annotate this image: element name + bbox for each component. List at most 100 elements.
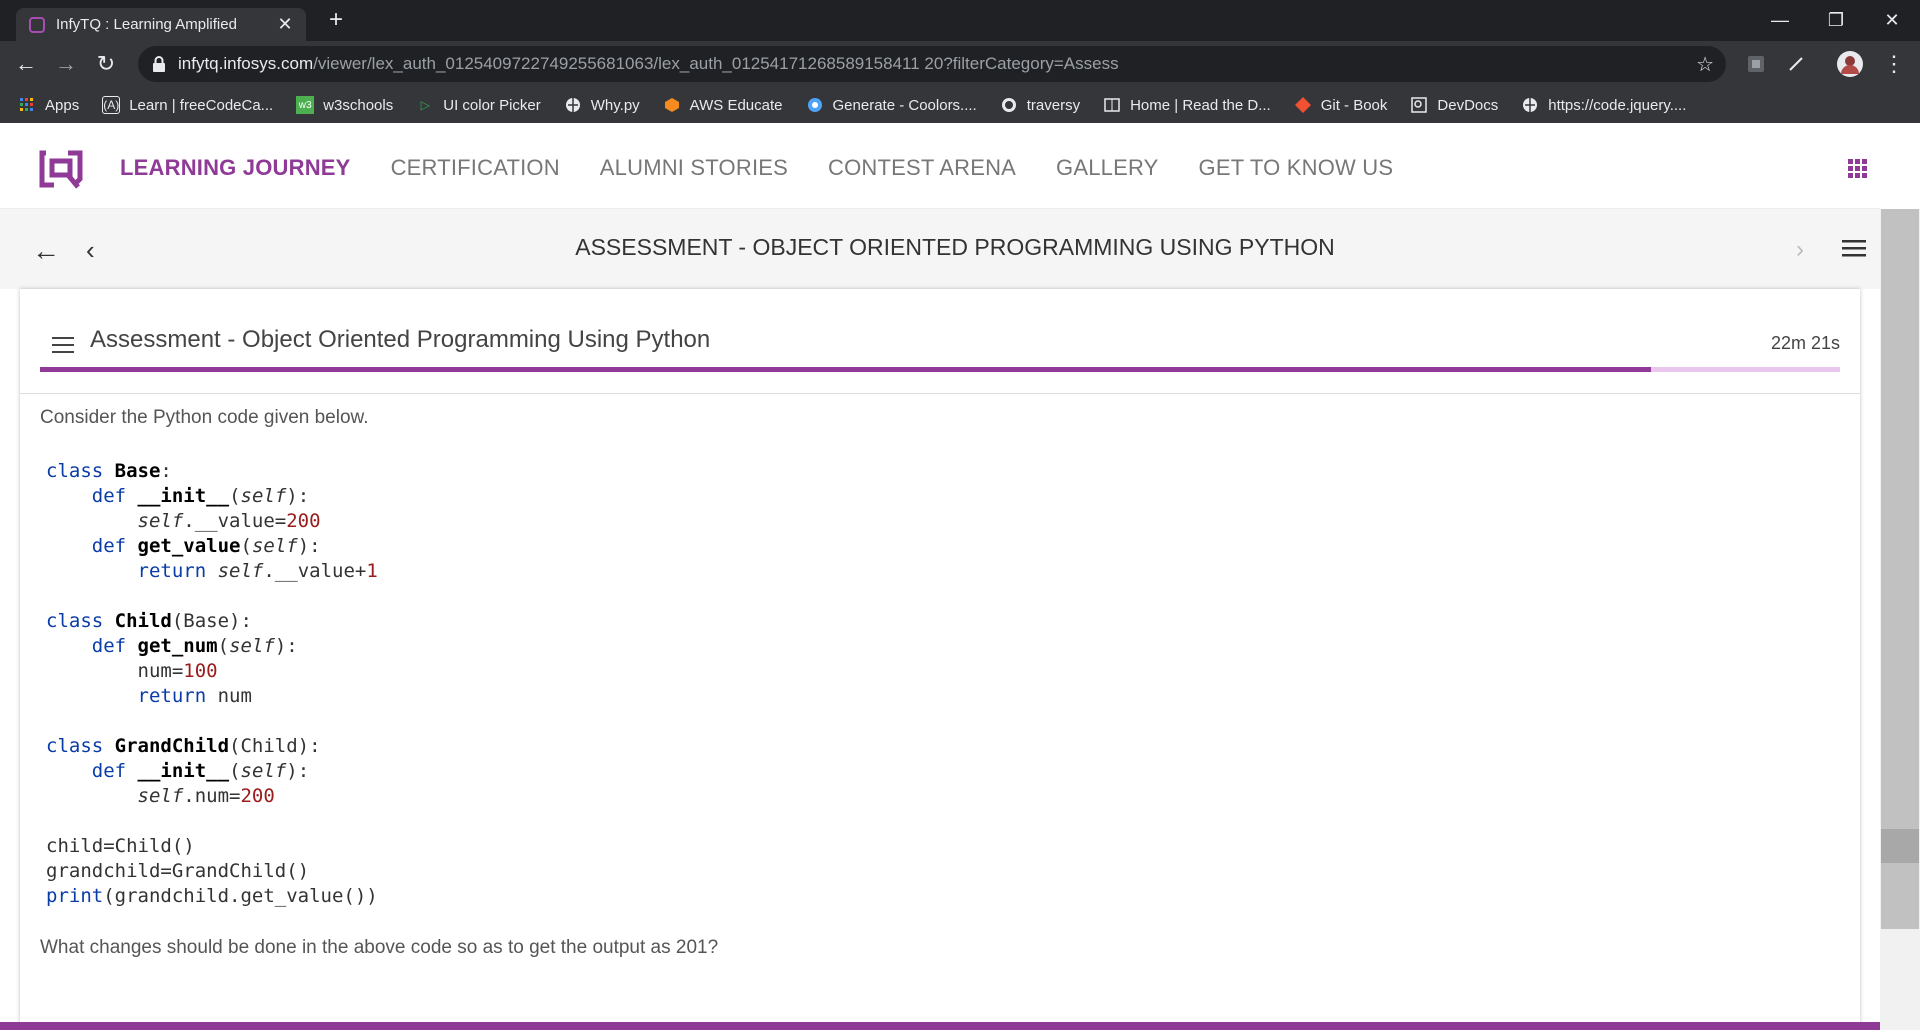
browser-toolbar: ← → ↻ infytq.infosys.com/viewer/lex_auth… (0, 41, 1920, 87)
code-line: child=Child() (46, 835, 195, 857)
bookmark-label: Git - Book (1320, 96, 1388, 114)
browser-tab[interactable]: InfyTQ : Learning Amplified ✕ (16, 8, 306, 41)
nav-contest-arena[interactable]: CONTEST ARENA (828, 155, 1016, 181)
bookmark-label: Home | Read the D... (1130, 96, 1271, 114)
code-line: def get_num(self): (91, 635, 298, 657)
bookmark-item[interactable]: Home | Read the D... (1103, 96, 1271, 114)
assessment-card: Assessment - Object Oriented Programming… (20, 289, 1860, 1030)
infytq-favicon-icon (28, 16, 46, 34)
scrollbar-thumb[interactable] (1881, 829, 1919, 863)
code-line: print(grandchild.get_value()) (46, 885, 378, 907)
bookmark-item[interactable]: (A) Learn | freeCodeCa... (102, 96, 273, 114)
w3schools-icon: w3 (296, 96, 315, 114)
bookmark-label: DevDocs (1437, 96, 1499, 114)
globe-icon (564, 96, 582, 114)
bookmark-label: Generate - Coolors.... (832, 96, 977, 114)
tab-close-icon[interactable]: ✕ (276, 14, 294, 35)
tab-title: InfyTQ : Learning Amplified (56, 16, 237, 33)
apps-grid-icon (18, 96, 36, 114)
hamburger-menu-icon[interactable] (1842, 237, 1866, 259)
globe-icon (1521, 96, 1539, 114)
bookmark-item[interactable]: Generate - Coolors.... (806, 96, 977, 114)
new-tab-icon[interactable]: + (324, 8, 348, 32)
bookmark-item[interactable]: Why.py (564, 96, 640, 114)
bookmark-item[interactable]: w3 w3schools (296, 96, 393, 114)
coolors-icon (806, 96, 824, 114)
bookmark-label: Apps (45, 96, 80, 114)
infytq-logo[interactable] (38, 145, 84, 189)
bookmark-item[interactable]: Apps (18, 96, 79, 114)
reload-icon[interactable]: ↻ (92, 50, 120, 78)
code-line: self.num=200 (137, 785, 275, 807)
scrollbar-track-fill (1881, 209, 1919, 929)
minimize-icon[interactable]: — (1750, 0, 1810, 41)
url-text: infytq.infosys.com/viewer/lex_auth_01254… (178, 54, 1119, 74)
address-bar[interactable]: infytq.infosys.com/viewer/lex_auth_01254… (138, 46, 1726, 82)
url-path: /viewer/lex_auth_012540972274925568​1063… (313, 54, 1119, 73)
code-line: class Child(Base): (46, 610, 252, 632)
bookmark-item[interactable]: Git - Book (1294, 96, 1388, 114)
bookmark-item[interactable]: https://code.jquery.... (1521, 96, 1686, 114)
back-icon[interactable]: ← (12, 50, 40, 78)
next-chevron-icon[interactable]: › (1796, 236, 1804, 264)
nav-get-to-know-us[interactable]: GET TO KNOW US (1199, 155, 1394, 181)
github-icon (1000, 96, 1018, 114)
bookmark-item[interactable]: AWS Educate (663, 96, 783, 114)
code-line: return self.__value+1 (137, 560, 378, 582)
extension-icon[interactable] (1742, 50, 1770, 78)
nav-learning-journey[interactable]: LEARNING JOURNEY (120, 155, 351, 181)
nav-alumni-stories[interactable]: ALUMNI STORIES (600, 155, 788, 181)
question-text: What changes should be done in the above… (40, 937, 719, 958)
lock-icon (153, 56, 165, 72)
assessment-timer: 22m 21s (1770, 333, 1840, 353)
forward-icon[interactable]: → (52, 50, 80, 78)
bookmark-label: w3schools (323, 96, 394, 114)
code-line: def get_value(self): (91, 535, 321, 557)
site-navbar: LEARNING JOURNEY CERTIFICATION ALUMNI ST… (0, 123, 1880, 209)
apps-grid-icon[interactable] (1848, 159, 1868, 179)
url-host: infytq.infosys.com (178, 54, 314, 73)
assessment-header: Assessment - Object Oriented Programming… (20, 289, 1860, 394)
bookmark-label: Why.py (590, 96, 640, 114)
page-title: ASSESSMENT - OBJECT ORIENTED PROGRAMMING… (575, 234, 1335, 260)
avatar[interactable] (1836, 50, 1864, 78)
code-line: class Base: (46, 460, 172, 482)
pen-extension-icon[interactable] (1782, 50, 1810, 78)
restore-icon[interactable]: ❐ (1806, 0, 1866, 41)
browser-menu-icon[interactable]: ⋮ (1880, 50, 1908, 78)
page-scrollbar[interactable] (1880, 209, 1920, 1030)
bookmarks-bar: Apps (A) Learn | freeCodeCa... w3 w3school… (0, 87, 1920, 123)
devdocs-icon (1410, 96, 1428, 114)
assessment-progress-fill (40, 367, 1651, 372)
code-block: class Base: def __init__(self): self.__v… (46, 459, 378, 909)
bookmark-label: AWS Educate (689, 96, 783, 114)
readthedocs-icon (1103, 96, 1121, 114)
code-line: grandchild=GrandChild() (46, 860, 310, 882)
assessment-title: Assessment - Object Oriented Programming… (90, 326, 711, 353)
nav-gallery[interactable]: GALLERY (1056, 155, 1159, 181)
bookmark-star-icon[interactable]: ☆ (1696, 52, 1714, 77)
close-window-icon[interactable]: ✕ (1862, 0, 1920, 41)
bookmark-item[interactable]: ▷ UI color Picker (416, 96, 541, 114)
code-line: class GrandChild(Child): (46, 735, 321, 757)
bookmark-item[interactable]: traversy (1000, 96, 1080, 114)
code-line: return num (137, 685, 252, 707)
play-icon: ▷ (420, 98, 430, 112)
bookmark-item[interactable]: DevDocs (1410, 96, 1498, 114)
bookmark-label: Learn | freeCodeCa... (129, 96, 274, 114)
aws-icon (663, 96, 681, 114)
git-icon (1294, 96, 1312, 114)
bottom-accent-bar (0, 1022, 1880, 1030)
bookmark-label: traversy (1026, 96, 1081, 114)
bookmark-label: https://code.jquery.... (1548, 96, 1687, 114)
code-line: def __init__(self): (91, 760, 310, 782)
nav-certification[interactable]: CERTIFICATION (391, 155, 560, 181)
site-nav-links: LEARNING JOURNEY CERTIFICATION ALUMNI ST… (120, 155, 1433, 181)
viewer-header: ← ‹ ASSESSMENT - OBJECT ORIENTED PROGRAM… (0, 209, 1880, 289)
assessment-progress-bar (40, 367, 1840, 372)
question-list-menu-icon[interactable] (52, 336, 74, 354)
code-line: self.__value=200 (137, 510, 321, 532)
